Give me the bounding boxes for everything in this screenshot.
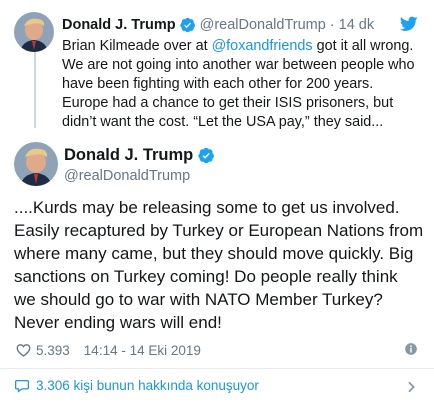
conversation-link[interactable]: 3.306 kişi bunun hakkında konuşuyor: [14, 378, 259, 393]
verified-badge-icon: [198, 147, 215, 164]
parent-tweet-header: Donald J. Trump @realDonaldTrump · 14 dk: [62, 16, 374, 34]
speech-bubble-icon: [15, 379, 29, 393]
main-tweet-text: ....Kurds may be releasing some to get u…: [14, 198, 424, 332]
main-author-handle[interactable]: @realDonaldTrump: [64, 168, 190, 184]
main-author-name[interactable]: Donald J. Trump: [64, 146, 193, 165]
verified-badge-icon: [179, 17, 195, 33]
parent-text-start: Brian Kilmeade over at: [62, 38, 212, 54]
info-icon[interactable]: [404, 342, 418, 356]
main-author-row: Donald J. Trump: [64, 146, 219, 165]
thread-connector-line: [34, 52, 36, 128]
heart-icon[interactable]: [16, 343, 31, 357]
tweet-meta-row: 5.393 14:14 - 14 Eki 2019: [16, 342, 418, 358]
main-author-avatar[interactable]: [14, 142, 58, 186]
parent-tweet-text: Brian Kilmeade over at @foxandfriends go…: [62, 37, 422, 132]
time-separator: ·: [329, 17, 335, 33]
embedded-tweet-card: Donald J. Trump @realDonaldTrump · 14 dk…: [0, 0, 434, 402]
parent-author-handle[interactable]: @realDonaldTrump: [200, 17, 326, 33]
parent-author-name[interactable]: Donald J. Trump: [62, 17, 176, 33]
parent-tweet-time[interactable]: 14 dk: [339, 17, 374, 33]
chevron-right-icon[interactable]: [407, 381, 416, 393]
mention-link[interactable]: @foxandfriends: [212, 38, 313, 54]
twitter-bird-icon[interactable]: [400, 16, 418, 32]
footer-divider: [0, 368, 434, 369]
parent-author-avatar[interactable]: [14, 12, 54, 52]
conversation-label[interactable]: 3.306 kişi bunun hakkında konuşuyor: [36, 378, 259, 393]
like-count[interactable]: 5.393: [36, 343, 70, 358]
tweet-timestamp[interactable]: 14:14 - 14 Eki 2019: [84, 343, 201, 358]
